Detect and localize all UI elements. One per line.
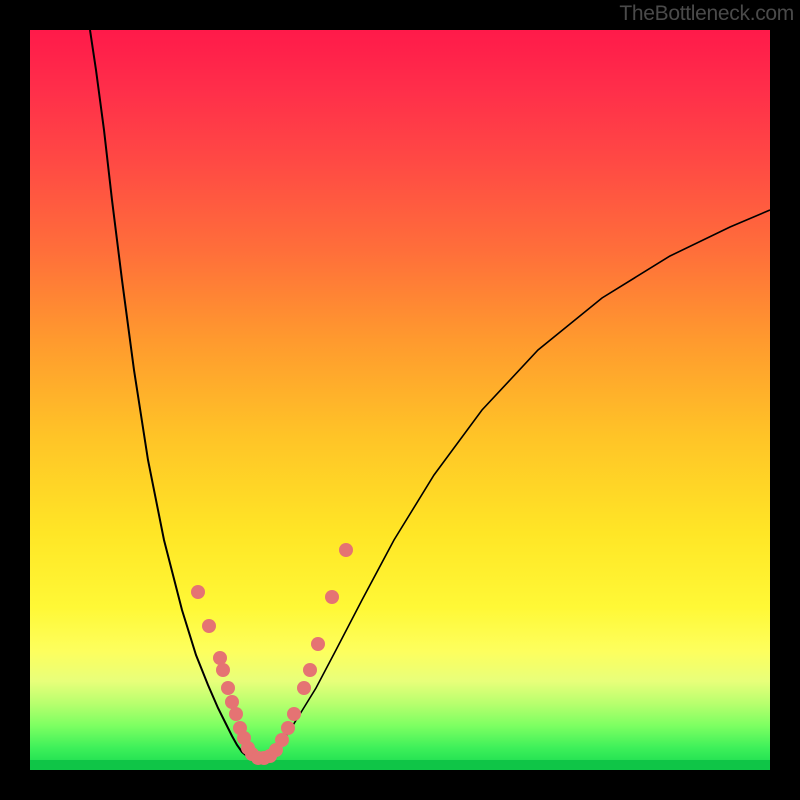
dot-marker [297,681,311,695]
watermark-text: TheBottleneck.com [619,2,794,26]
dot-marker [325,590,339,604]
dot-marker [221,681,235,695]
dot-marker [216,663,230,677]
dot-marker [281,721,295,735]
dot-marker [275,733,289,747]
right-curve [260,210,770,760]
dot-markers [191,543,353,765]
dot-marker [229,707,243,721]
dot-marker [339,543,353,557]
dot-marker [202,619,216,633]
dot-marker [225,695,239,709]
dot-marker [213,651,227,665]
dot-marker [303,663,317,677]
plot-area [30,30,770,770]
dot-marker [191,585,205,599]
dot-marker [311,637,325,651]
curve-layer [30,30,770,770]
left-curve [90,30,260,760]
dot-marker [287,707,301,721]
